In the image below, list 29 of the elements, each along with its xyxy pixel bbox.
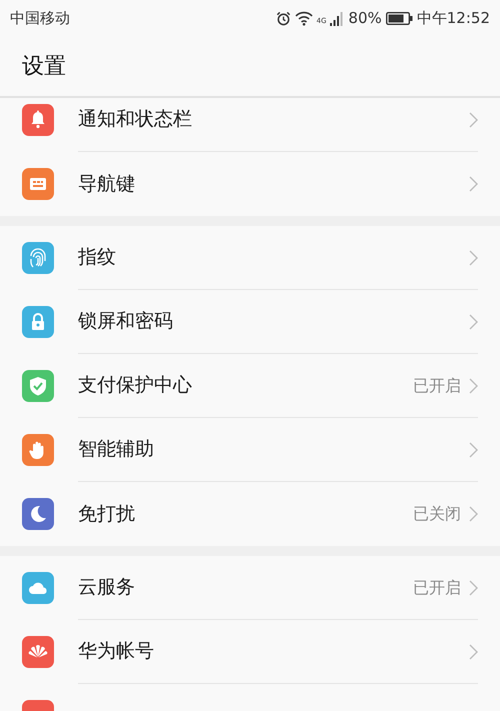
page-title: 设置 (22, 52, 66, 80)
chevron-right-icon (469, 442, 478, 458)
setting-status: 已关闭 (413, 503, 461, 525)
signal-icon (330, 10, 344, 26)
setting-label[interactable]: 智能辅助 (78, 435, 469, 464)
setting-label[interactable]: 通知和状态栏 (78, 105, 469, 134)
battery-icon (386, 12, 413, 24)
setting-label[interactable]: 免打扰 (78, 500, 413, 528)
setting-label[interactable]: 锁屏和密码 (78, 307, 469, 336)
chevron-right-icon (469, 644, 478, 660)
setting-status: 已开启 (413, 374, 461, 396)
chevron-right-icon (469, 176, 478, 192)
wifi-icon (294, 10, 313, 26)
battery-percent: 80% (348, 8, 382, 29)
chevron-right-icon (469, 506, 478, 522)
setting-status: 已开启 (413, 576, 461, 598)
alarm-icon (276, 10, 291, 26)
setting-label[interactable]: 指纹 (78, 243, 469, 272)
chevron-right-icon (469, 250, 478, 266)
chevron-right-icon (469, 112, 478, 128)
carrier-name: 中国移动 (10, 8, 70, 29)
setting-label[interactable]: 云服务 (78, 573, 413, 602)
setting-label[interactable]: 导航键 (78, 170, 469, 198)
chevron-right-icon (469, 580, 478, 596)
chevron-right-icon (469, 314, 478, 330)
clock-time: 中午12:52 (416, 8, 490, 29)
setting-label[interactable]: 华为帐号 (78, 637, 469, 666)
setting-label[interactable]: 支付保护中心 (78, 371, 413, 400)
chevron-right-icon (469, 378, 478, 394)
